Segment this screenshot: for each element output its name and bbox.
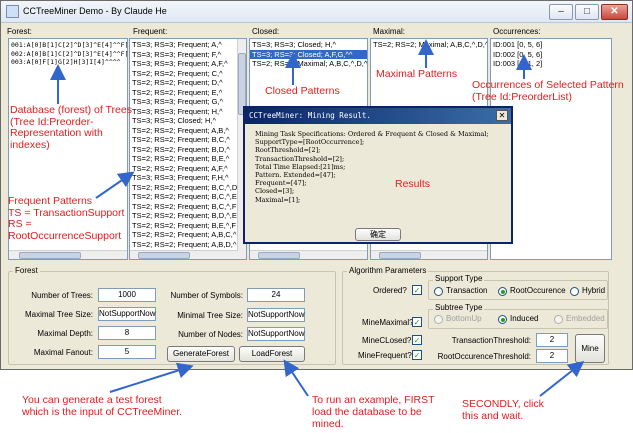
arrow-to-load bbox=[283, 359, 309, 397]
arrow-to-generate bbox=[109, 362, 194, 393]
arrow-to-mine bbox=[539, 361, 585, 397]
arrow-to-frequent bbox=[95, 171, 135, 199]
annotation-arrows bbox=[50, 39, 585, 397]
